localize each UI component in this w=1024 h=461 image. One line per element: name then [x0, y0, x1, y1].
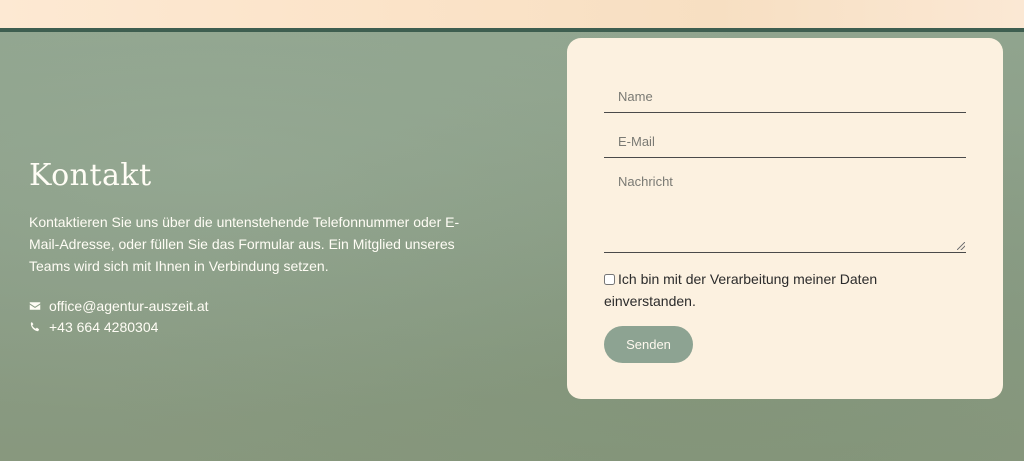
send-button[interactable]: Senden: [604, 326, 693, 363]
email-input[interactable]: [604, 125, 966, 157]
email-address[interactable]: office@agentur-auszeit.at: [49, 298, 209, 314]
consent-checkbox[interactable]: [604, 274, 615, 285]
phone-icon: [30, 321, 40, 331]
envelope-icon: [29, 301, 41, 310]
resize-handle-icon[interactable]: [957, 242, 965, 250]
message-textarea[interactable]: [604, 168, 966, 250]
phone-line: +43 664 4280304: [29, 316, 489, 337]
contact-title: Kontakt: [29, 158, 152, 193]
consent-label: Ich bin mit der Verarbeitung meiner Date…: [604, 271, 878, 309]
consent-row: Ich bin mit der Verarbeitung meiner Date…: [604, 268, 934, 312]
contact-form-card: Ich bin mit der Verarbeitung meiner Date…: [567, 38, 1003, 399]
email-line: office@agentur-auszeit.at: [29, 295, 489, 316]
name-input[interactable]: [604, 80, 966, 112]
name-field: [604, 80, 966, 113]
email-field: [604, 125, 966, 158]
message-field: [604, 168, 966, 253]
phone-number[interactable]: +43 664 4280304: [49, 319, 158, 335]
contact-description: Kontaktieren Sie uns über die untenstehe…: [29, 214, 460, 274]
contact-info: Kontakt Kontaktieren Sie uns über die un…: [29, 158, 489, 337]
top-banner-band: [0, 0, 1024, 28]
